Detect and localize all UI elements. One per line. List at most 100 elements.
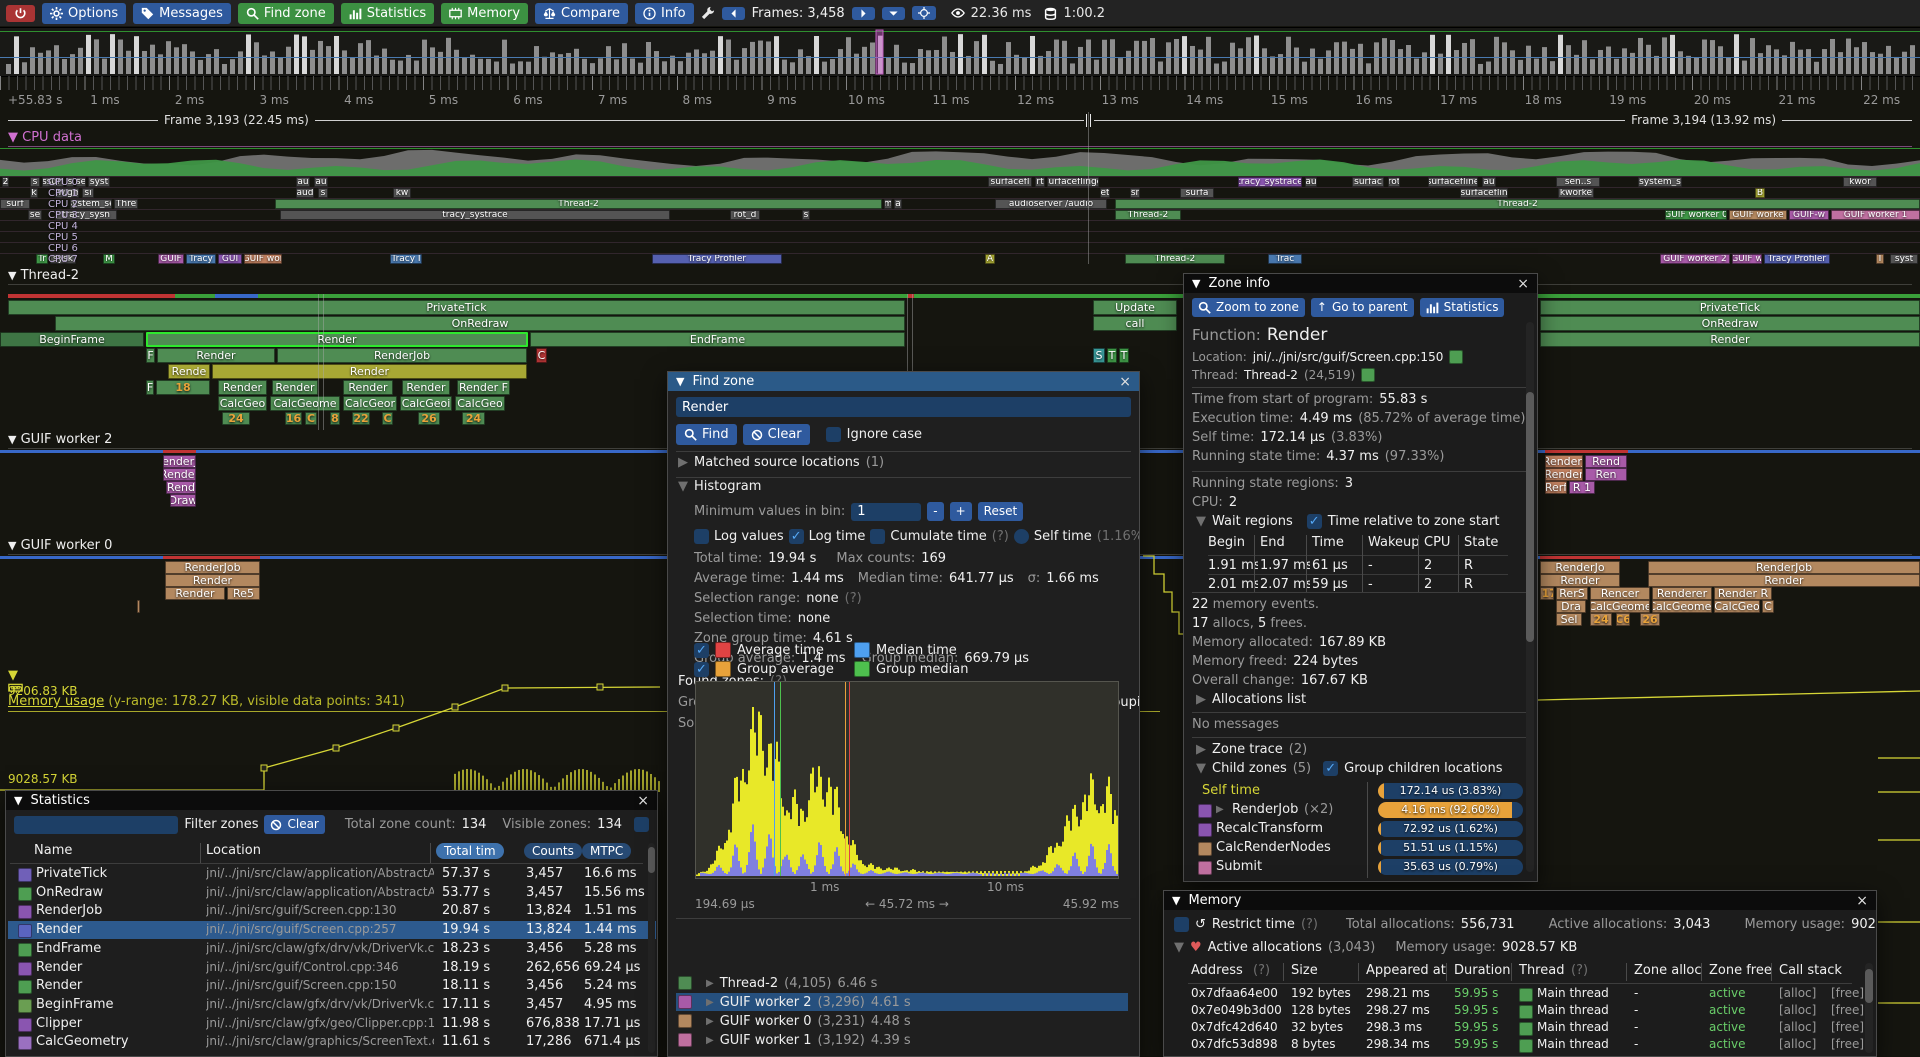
child-zone-row[interactable]: ▶RenderJob(×2)4.16 ms (92.60%): [1192, 801, 1531, 819]
zone[interactable]: Render: [146, 332, 528, 347]
stats-row[interactable]: Renderjni/../jni/src/guif/Control.cpp:34…: [8, 959, 656, 977]
close-icon[interactable]: ×: [637, 794, 649, 808]
found-zone-group[interactable]: ▶GUIF worker 1(3,192)4.39 s: [676, 1031, 1128, 1049]
stats-row[interactable]: BeginFramejni/../jni/src/claw/gfx/drv/vk…: [8, 996, 656, 1014]
col-address[interactable]: Address: [1191, 963, 1243, 978]
zone[interactable]: Thre: [114, 199, 138, 209]
zone[interactable]: Draw: [170, 494, 196, 507]
zone[interactable]: Update: [1093, 300, 1177, 315]
zone[interactable]: GUIF: [158, 254, 184, 264]
zone[interactable]: surfa: [1180, 188, 1214, 198]
stats-row[interactable]: EndFramejni/../jni/src/claw/gfx/drv/vk/D…: [8, 940, 656, 958]
zone[interactable]: EndFrame: [530, 332, 905, 347]
zone-statistics-button[interactable]: Statistics: [1420, 298, 1505, 317]
allocation-row[interactable]: 0x7e049b3d00128 bytes298.27 ms59.95 sMai…: [1164, 1003, 1876, 1020]
min-bin-decrease-button[interactable]: -: [927, 502, 943, 521]
stats-row[interactable]: RenderJobjni/../jni/src/guif/Screen.cpp:…: [8, 902, 656, 920]
memory-button[interactable]: Memory: [441, 3, 528, 24]
clear-filter-button[interactable]: Clear: [264, 815, 324, 834]
zone[interactable]: surfac: [1352, 177, 1384, 187]
collapse-icon[interactable]: ▼: [8, 130, 18, 145]
zone[interactable]: M: [103, 254, 115, 264]
clear-button[interactable]: Clear: [743, 424, 810, 445]
found-zone-group[interactable]: ▶Thread-2(4,105)6.46 s: [676, 974, 1128, 992]
zone[interactable]: tracy_systrace: [280, 210, 670, 220]
stats-row[interactable]: CalcGeometryjni/../jni/src/claw/graphics…: [8, 1033, 656, 1051]
zone[interactable]: 24: [462, 412, 485, 425]
zone[interactable]: 26: [418, 412, 440, 425]
zone[interactable]: Ren: [1585, 468, 1627, 481]
tools-icon[interactable]: [701, 6, 715, 20]
col-total-time[interactable]: Total tim: [436, 843, 504, 859]
wait-col[interactable]: State: [1464, 535, 1498, 550]
expander-icon[interactable]: ▶: [1196, 742, 1206, 757]
wait-col[interactable]: CPU: [1424, 535, 1450, 550]
zone[interactable]: RenderJo: [163, 455, 196, 468]
zone[interactable]: sen..s: [1556, 177, 1600, 187]
thread-color-swatch[interactable]: [1361, 368, 1375, 382]
time-ruler[interactable]: [0, 76, 1920, 90]
zone[interactable]: GUIF wor: [244, 254, 282, 264]
zone[interactable]: a: [894, 199, 902, 209]
zone[interactable]: F: [146, 348, 155, 363]
zone-trace[interactable]: Zone trace: [1212, 742, 1283, 757]
find-zone-button[interactable]: Find zone: [238, 3, 334, 24]
zone[interactable]: Trac: [1268, 254, 1302, 264]
zone[interactable]: GUIF worker 0: [1665, 210, 1727, 220]
zone[interactable]: Sel: [1556, 613, 1582, 626]
zone[interactable]: PrivateTick: [1540, 300, 1920, 315]
collapse-icon[interactable]: ▼: [1192, 277, 1200, 290]
child-zone-row[interactable]: CalcRenderNodes51.51 us (1.15%): [1192, 839, 1531, 857]
expander-icon[interactable]: ▼: [1196, 761, 1206, 776]
zone[interactable]: 24: [1590, 613, 1612, 626]
zone[interactable]: C: [305, 412, 317, 425]
stats-scrollbar[interactable]: [648, 843, 655, 1053]
expander-icon[interactable]: ▶: [678, 455, 688, 470]
zone[interactable]: au: [1305, 177, 1317, 187]
zone[interactable]: [137, 600, 140, 613]
zone[interactable]: R 1: [1569, 481, 1595, 494]
zone[interactable]: Render: [163, 468, 196, 481]
zoom-to-zone-button[interactable]: Zoom to zone: [1192, 298, 1305, 317]
zone-info-titlebar[interactable]: ▼Zone info×: [1184, 274, 1537, 293]
zone[interactable]: 16: [285, 412, 302, 425]
Log values-checkbox[interactable]: Log values: [694, 529, 784, 544]
zone[interactable]: Render: [218, 380, 267, 395]
group-children-checkbox[interactable]: ✓: [1323, 761, 1338, 776]
zone[interactable]: rot_d: [730, 210, 760, 220]
Self time-checkbox[interactable]: Self time(1.16%): [1014, 529, 1140, 544]
filter-zones-input[interactable]: [14, 816, 178, 834]
zone[interactable]: GUIF worke: [1729, 210, 1787, 220]
cpu-data-header[interactable]: ▼ CPU data: [8, 130, 1912, 147]
zone[interactable]: I: [1876, 254, 1884, 264]
legend-item[interactable]: ✓Average time: [694, 642, 824, 658]
zone[interactable]: aud: [296, 188, 314, 198]
zone[interactable]: A: [985, 254, 995, 264]
find-zone-search-input[interactable]: Render: [676, 397, 1131, 417]
zone[interactable]: 18: [156, 380, 210, 395]
memory-titlebar[interactable]: ▼Memory×: [1164, 891, 1876, 910]
zone[interactable]: -17: [1540, 587, 1554, 600]
zone[interactable]: Dra: [1556, 600, 1586, 613]
close-icon[interactable]: ×: [1856, 894, 1868, 908]
zone[interactable]: rot: [1388, 177, 1400, 187]
allocation-row[interactable]: 0x7dfc42d64032 bytes298.3 ms59.95 sMain …: [1164, 1020, 1876, 1037]
expander-icon[interactable]: ▼: [1196, 514, 1206, 529]
collapse-icon[interactable]: ▼: [8, 433, 16, 446]
zone[interactable]: OnRedraw: [1540, 316, 1920, 331]
expander-icon[interactable]: ▶: [1196, 692, 1206, 707]
zone[interactable]: Render: [1545, 468, 1583, 481]
zone[interactable]: GUIF-w: [1789, 210, 1829, 220]
collapse-icon[interactable]: ▼: [14, 794, 22, 807]
zone[interactable]: CalcGeor: [343, 396, 397, 411]
zone[interactable]: RenderJob: [165, 561, 260, 574]
zone[interactable]: C: [1762, 600, 1774, 613]
stats-option-checkbox[interactable]: [634, 817, 649, 832]
legend-item[interactable]: Median time: [854, 642, 957, 658]
zone[interactable]: sr: [1130, 188, 1140, 198]
zone[interactable]: F: [146, 380, 154, 395]
zone[interactable]: s: [318, 188, 328, 198]
zone[interactable]: RenderJ: [1545, 455, 1583, 468]
zone[interactable]: kwor: [1843, 177, 1877, 187]
zone[interactable]: Render: [165, 587, 225, 600]
